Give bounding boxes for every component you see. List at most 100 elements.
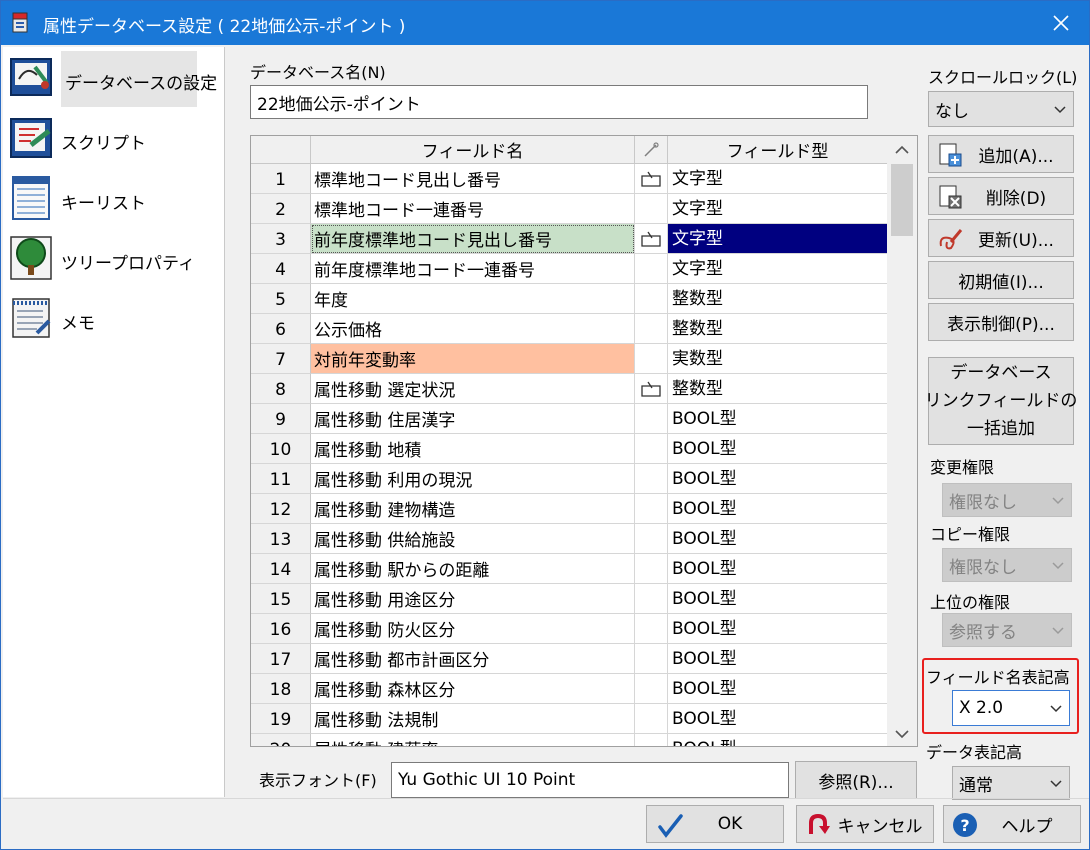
field-name-cell[interactable]: 属性移動 選定状況	[311, 374, 635, 404]
field-name-cell[interactable]: 属性移動 法規制	[311, 704, 635, 734]
link-cell[interactable]	[635, 614, 668, 644]
table-row[interactable]: 5 年度 整数型	[251, 284, 888, 314]
field-name-height-select[interactable]: X 2.0	[952, 690, 1070, 726]
link-cell[interactable]	[635, 494, 668, 524]
field-type-cell[interactable]: BOOL型	[668, 434, 888, 464]
table-row[interactable]: 6 公示価格 整数型	[251, 314, 888, 344]
field-name-cell[interactable]: 対前年変動率	[311, 344, 635, 374]
link-cell[interactable]	[635, 194, 668, 224]
delete-field-button[interactable]: 削除(D)	[928, 177, 1074, 215]
field-type-cell[interactable]: BOOL型	[668, 704, 888, 734]
field-name-cell[interactable]: 属性移動 森林区分	[311, 674, 635, 704]
browse-font-button[interactable]: 参照(R)...	[795, 761, 917, 799]
field-type-cell[interactable]: BOOL型	[668, 404, 888, 434]
row-number[interactable]: 2	[251, 194, 311, 224]
row-number[interactable]: 17	[251, 644, 311, 674]
link-cell[interactable]	[635, 524, 668, 554]
bulk-add-link-fields-button[interactable]: データベース リンクフィールドの 一括追加	[925, 357, 1077, 445]
scroll-lock-select[interactable]: なし	[928, 91, 1074, 127]
scroll-thumb[interactable]	[891, 164, 913, 236]
table-row[interactable]: 18 属性移動 森林区分 BOOL型	[251, 674, 888, 704]
change-permission-select[interactable]: 権限なし	[942, 483, 1072, 517]
field-name-cell[interactable]: 属性移動 防火区分	[311, 614, 635, 644]
table-row[interactable]: 14 属性移動 駅からの距離 BOOL型	[251, 554, 888, 584]
field-type-cell[interactable]: BOOL型	[668, 734, 888, 746]
field-name-cell[interactable]: 属性移動 建蔽率	[311, 734, 635, 746]
field-type-cell[interactable]: BOOL型	[668, 494, 888, 524]
row-number[interactable]: 8	[251, 374, 311, 404]
link-cell[interactable]	[635, 164, 668, 194]
table-row[interactable]: 17 属性移動 都市計画区分 BOOL型	[251, 644, 888, 674]
copy-permission-select[interactable]: 権限なし	[942, 548, 1072, 582]
field-grid[interactable]: フィールド名 フィールド型 1 標準地コード見出し番号 文字型 2 標準地コード一連番号…	[250, 135, 918, 747]
link-cell[interactable]	[635, 554, 668, 584]
row-number[interactable]: 12	[251, 494, 311, 524]
field-type-cell[interactable]: BOOL型	[668, 464, 888, 494]
table-row[interactable]: 2 標準地コード一連番号 文字型	[251, 194, 888, 224]
field-type-cell[interactable]: 整数型	[668, 314, 888, 344]
ok-button[interactable]: OK	[646, 805, 784, 843]
table-row[interactable]: 15 属性移動 用途区分 BOOL型	[251, 584, 888, 614]
field-name-cell[interactable]: 属性移動 建物構造	[311, 494, 635, 524]
link-cell[interactable]	[635, 734, 668, 746]
display-font-field[interactable]: Yu Gothic UI 10 Point	[391, 762, 789, 798]
database-name-input[interactable]: 22地価公示-ポイント	[250, 85, 868, 119]
field-type-cell[interactable]: BOOL型	[668, 524, 888, 554]
update-field-button[interactable]: 更新(U)...	[928, 219, 1074, 257]
scroll-up-button[interactable]	[887, 138, 917, 162]
field-name-cell[interactable]: 公示価格	[311, 314, 635, 344]
field-type-cell[interactable]: 整数型	[668, 284, 888, 314]
table-row[interactable]: 3 前年度標準地コード見出し番号 文字型	[251, 224, 888, 254]
row-number[interactable]: 7	[251, 344, 311, 374]
link-cell[interactable]	[635, 434, 668, 464]
link-cell[interactable]	[635, 464, 668, 494]
field-type-cell[interactable]: 文字型	[668, 254, 888, 284]
upper-permission-select[interactable]: 参照する	[942, 613, 1072, 647]
row-number[interactable]: 13	[251, 524, 311, 554]
grid-vertical-scrollbar[interactable]	[887, 136, 917, 746]
link-cell[interactable]	[635, 284, 668, 314]
field-type-cell[interactable]: 実数型	[668, 344, 888, 374]
row-number[interactable]: 18	[251, 674, 311, 704]
row-number[interactable]: 20	[251, 734, 311, 746]
nav-item-key-list[interactable]: キーリスト	[7, 169, 197, 229]
link-cell[interactable]	[635, 704, 668, 734]
scroll-down-button[interactable]	[887, 722, 917, 746]
row-number[interactable]: 19	[251, 704, 311, 734]
field-name-cell[interactable]: 標準地コード見出し番号	[311, 164, 635, 194]
field-type-cell[interactable]: 文字型	[668, 164, 888, 194]
row-number[interactable]: 5	[251, 284, 311, 314]
table-row[interactable]: 16 属性移動 防火区分 BOOL型	[251, 614, 888, 644]
nav-item-memo[interactable]: メモ	[7, 289, 197, 349]
row-number[interactable]: 10	[251, 434, 311, 464]
link-cell[interactable]	[635, 674, 668, 704]
table-row[interactable]: 9 属性移動 住居漢字 BOOL型	[251, 404, 888, 434]
table-row[interactable]: 20属性移動 建蔽率 BOOL型	[251, 734, 888, 746]
help-button[interactable]: ? ヘルプ	[943, 805, 1081, 843]
link-cell[interactable]	[635, 314, 668, 344]
table-row[interactable]: 19 属性移動 法規制 BOOL型	[251, 704, 888, 734]
link-cell[interactable]	[635, 224, 668, 254]
table-row[interactable]: 11 属性移動 利用の現況 BOOL型	[251, 464, 888, 494]
field-type-cell[interactable]: 文字型	[668, 224, 888, 254]
row-number[interactable]: 1	[251, 164, 311, 194]
field-name-cell[interactable]: 属性移動 駅からの距離	[311, 554, 635, 584]
field-name-cell[interactable]: 前年度標準地コード見出し番号	[311, 224, 635, 254]
link-cell[interactable]	[635, 404, 668, 434]
data-height-select[interactable]: 通常	[952, 766, 1070, 800]
table-row[interactable]: 8 属性移動 選定状況 整数型	[251, 374, 888, 404]
link-cell[interactable]	[635, 584, 668, 614]
table-row[interactable]: 12 属性移動 建物構造 BOOL型	[251, 494, 888, 524]
link-cell[interactable]	[635, 254, 668, 284]
table-row[interactable]: 10 属性移動 地積 BOOL型	[251, 434, 888, 464]
link-cell[interactable]	[635, 374, 668, 404]
row-number[interactable]: 11	[251, 464, 311, 494]
row-number[interactable]: 3	[251, 224, 311, 254]
nav-item-script[interactable]: スクリプト	[7, 109, 197, 169]
table-row[interactable]: 1 標準地コード見出し番号 文字型	[251, 164, 888, 194]
field-name-cell[interactable]: 属性移動 供給施設	[311, 524, 635, 554]
field-type-cell[interactable]: BOOL型	[668, 554, 888, 584]
field-name-cell[interactable]: 年度	[311, 284, 635, 314]
field-type-cell[interactable]: BOOL型	[668, 644, 888, 674]
row-number[interactable]: 15	[251, 584, 311, 614]
